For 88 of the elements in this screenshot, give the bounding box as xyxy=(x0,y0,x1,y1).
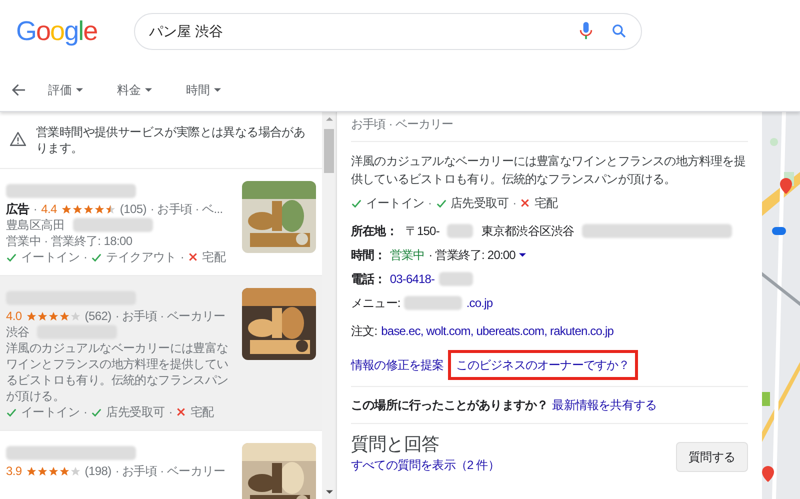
blurred-text xyxy=(438,272,473,286)
address-label: 所在地： xyxy=(351,223,398,240)
scrollbar[interactable] xyxy=(322,112,336,499)
rating-value: 4.4 xyxy=(41,201,57,217)
star-icon xyxy=(94,204,105,214)
star-icon xyxy=(70,310,81,322)
phone-label: 電話： xyxy=(351,271,386,288)
search-field[interactable]: パン屋 渋谷 xyxy=(134,12,642,50)
listing-card[interactable]: 4.0 (562) · お手頃 · ベーカリー 渋谷 洋風のカジュアルなベーカリーには豊富なワインとフランスの地方料理を提供しているビストロも有り。伝統的なフランスパンが頂ける。 イートイン · 店先受取可 · 宅配 xyxy=(0,276,322,431)
filter-dropdown[interactable]: 評価 xyxy=(48,81,83,99)
notice-text: 営業時間や提供サービスが実際とは異なる場合があります。 xyxy=(36,124,306,156)
caret-icon xyxy=(145,88,152,92)
amenity-label: 宅配 xyxy=(534,195,558,212)
amenity-label: 店先受取可 xyxy=(106,404,165,420)
separator: · xyxy=(512,195,516,212)
separator: · xyxy=(84,249,88,265)
separator: · xyxy=(84,404,88,420)
hours-label: 時間： xyxy=(351,247,386,264)
star-icon xyxy=(104,204,116,214)
order-label: 注文: xyxy=(351,323,378,340)
blurred-text xyxy=(404,296,462,310)
star-icon xyxy=(36,310,48,322)
listing-address: 豊島区高田 xyxy=(6,217,65,233)
business-category: お手頃 · ベーカリー xyxy=(351,112,748,142)
warning-icon xyxy=(10,132,26,146)
suggest-edit-link[interactable]: 情報の修正を提案 xyxy=(351,356,444,374)
listing-description: 洋風のカジュアルなベーカリーには豊富なワインとフランスの地方料理を提供しているビストロも有り。伝統的なフランスパンが頂ける。 xyxy=(6,340,230,404)
ask-question-button[interactable]: 質問する xyxy=(676,442,748,472)
caret-icon xyxy=(214,88,221,92)
menu-label: メニュー: xyxy=(351,295,400,312)
star-icon xyxy=(48,466,59,476)
phone-link[interactable]: 03-6418- xyxy=(390,270,435,288)
microphone-icon[interactable] xyxy=(579,22,593,40)
amenity-label: 宅配 xyxy=(202,249,226,265)
star-icon xyxy=(48,310,59,322)
star-icon xyxy=(36,466,48,476)
open-status: 営業中 xyxy=(390,247,425,264)
google-logo[interactable]: Google xyxy=(16,10,116,52)
amenity-label: イートイン xyxy=(21,249,80,265)
separator: · xyxy=(180,249,184,265)
star-icon xyxy=(70,466,81,476)
order-links[interactable]: base.ec, wolt.com, ubereats.com, rakuten.co.jp xyxy=(381,322,614,340)
scroll-up-icon[interactable] xyxy=(326,117,332,121)
rating-value: 3.9 xyxy=(6,463,22,479)
review-count: (562) xyxy=(84,308,112,324)
star-icon xyxy=(26,310,37,322)
separator: · xyxy=(428,195,432,212)
listing-hours: 営業中 · 営業終了: 18:00 xyxy=(6,233,134,249)
business-description: 洋風のカジュアルなベーカリーには豊富なワインとフランスの地方料理を提供しているビストロも有り。伝統的なフランスパンが頂ける。 xyxy=(351,153,746,188)
amenity-label: テイクアウト xyxy=(106,249,176,265)
blurred-text xyxy=(447,224,474,238)
visited-question: この場所に行ったことがありますか？ xyxy=(351,397,548,414)
search-input[interactable]: パン屋 渋谷 xyxy=(149,20,579,42)
all-questions-link[interactable]: すべての質問を表示（2 件） xyxy=(351,456,500,474)
star-icon xyxy=(82,204,94,214)
separator: · xyxy=(33,201,38,217)
filter-dropdown[interactable]: 料金 xyxy=(117,81,152,99)
amenity-label: イートイン xyxy=(366,195,424,212)
star-icon xyxy=(58,310,70,322)
share-update-link[interactable]: 最新情報を共有する xyxy=(552,396,657,414)
postal-code: 〒150- xyxy=(405,223,440,240)
amenity-label: 店先受取可 xyxy=(450,195,509,212)
caret-icon xyxy=(76,88,83,92)
listing-category: · お手頃 · ベ... xyxy=(150,201,223,217)
qa-heading: 質問と回答 xyxy=(351,433,440,456)
listing-address: 渋谷 xyxy=(6,324,30,340)
search-icon[interactable] xyxy=(611,23,627,39)
separator: · xyxy=(168,404,172,420)
owner-link[interactable]: このビジネスのオーナーですか？ xyxy=(448,350,638,380)
scrollbar-thumb[interactable] xyxy=(324,129,334,173)
address-value: 東京都渋谷区渋谷 xyxy=(481,223,574,240)
review-count: (198) xyxy=(84,463,112,479)
scroll-down-icon[interactable] xyxy=(326,490,332,494)
listing-category: · お手頃 · ベーカリー xyxy=(115,308,226,324)
filter-dropdown[interactable]: 時間 xyxy=(186,81,221,99)
review-count: (105) xyxy=(120,201,146,217)
amenity-label: 宅配 xyxy=(190,404,214,420)
star-icon xyxy=(58,466,70,476)
star-icon xyxy=(26,466,37,476)
rating-value: 4.0 xyxy=(6,308,22,324)
caret-icon[interactable] xyxy=(519,253,526,257)
listing-category: · お手頃 · ベーカリー xyxy=(115,463,226,479)
star-icon xyxy=(60,204,72,214)
ad-label: 広告 xyxy=(6,201,30,217)
amenity-label: イートイン xyxy=(21,404,80,420)
star-icon xyxy=(72,204,83,214)
menu-link[interactable]: .co.jp xyxy=(466,294,493,312)
closing-time: · 営業終了: 20:00 xyxy=(428,247,516,264)
